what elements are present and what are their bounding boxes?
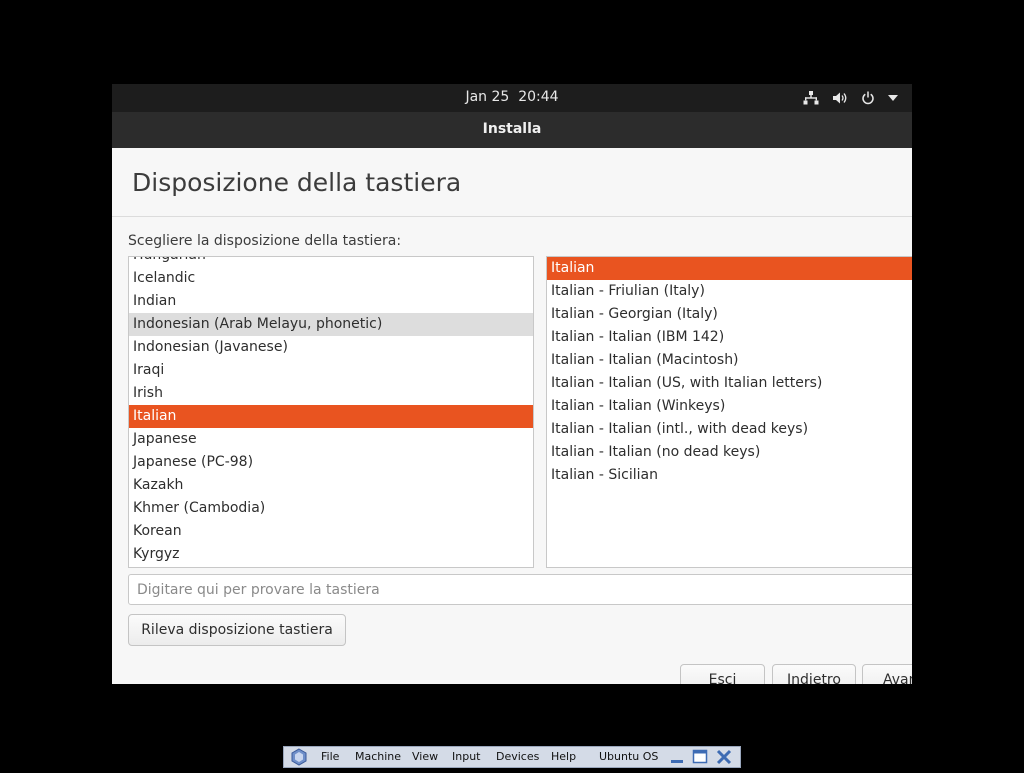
vbox-menu-devices[interactable]: Devices [496,747,539,767]
layout-list-item[interactable]: Indonesian (Arab Melayu, phonetic) [129,313,533,336]
virtualbox-menu-bar: File Machine View Input Devices Help Ubu… [283,746,741,768]
layout-list-item[interactable]: Indonesian (Javanese) [129,336,533,359]
variant-list[interactable]: Italian Italian - Friulian (Italy) Italian… [546,256,912,568]
system-tray[interactable] [803,84,898,112]
network-icon[interactable] [803,91,819,105]
window-title: Installa [482,121,542,137]
layout-list-item[interactable]: Icelandic [129,267,533,290]
variant-list-item[interactable]: Italian - Friulian (Italy) [547,280,912,303]
vbox-menu-machine[interactable]: Machine [355,747,401,767]
variant-list-item[interactable]: Italian - Italian (intl., with dead keys… [547,418,912,441]
detect-layout-button[interactable]: Rileva disposizione tastiera [128,614,346,646]
variant-list-item[interactable]: Italian - Italian (US, with Italian lett… [547,372,912,395]
layout-list-item[interactable]: Italian [129,405,533,428]
minimize-icon[interactable] [670,747,684,767]
layout-list-item[interactable]: Japanese [129,428,533,451]
quit-button[interactable]: Esci [680,664,765,684]
top-bar: Jan 25 20:44 [112,84,912,112]
variant-list-item[interactable]: Italian - Georgian (Italy) [547,303,912,326]
layout-prompt: Scegliere la disposizione della tastiera… [128,233,402,249]
layout-list-item[interactable]: Hungarian [129,257,533,267]
variant-list-item[interactable]: Italian - Italian (no dead keys) [547,441,912,464]
variant-list-item[interactable]: Italian - Italian (IBM 142) [547,326,912,349]
layout-list-item[interactable]: Irish [129,382,533,405]
vbox-menu-help[interactable]: Help [551,747,576,767]
clock-time: 20:44 [518,89,559,105]
keyboard-test-input[interactable] [128,574,912,605]
volume-icon[interactable] [832,91,848,105]
layout-list-item[interactable]: Kazakh [129,474,533,497]
vbox-menu-input[interactable]: Input [452,747,480,767]
vm-screen: Jan 25 20:44 Installa Disposizione della… [112,84,912,684]
vm-name-label: Ubuntu OS [599,750,659,763]
chevron-down-icon[interactable] [888,95,898,101]
window-title-bar: Installa [112,112,912,148]
variant-list-item[interactable]: Italian - Italian (Macintosh) [547,349,912,372]
virtualbox-icon[interactable] [290,747,308,767]
variant-list-item[interactable]: Italian [547,257,912,280]
layout-list-item[interactable]: Kyrgyz [129,543,533,566]
vbox-menu-view[interactable]: View [412,747,438,767]
layout-list[interactable]: HungarianIcelandicIndianIndonesian (Arab… [128,256,534,568]
page-header: Disposizione della tastiera [112,148,912,217]
back-button[interactable]: Indietro [772,664,856,684]
variant-list-item[interactable]: Italian - Sicilian [547,464,912,487]
variant-list-item[interactable]: Italian - Italian (Winkeys) [547,395,912,418]
layout-list-item[interactable]: Khmer (Cambodia) [129,497,533,520]
layout-list-item[interactable]: Iraqi [129,359,533,382]
clock-date: Jan 25 [465,89,510,105]
page-title: Disposizione della tastiera [132,168,462,197]
layout-list-item[interactable]: Korean [129,520,533,543]
layout-list-item[interactable]: Japanese (PC-98) [129,451,533,474]
close-icon[interactable] [716,747,732,767]
next-button[interactable]: Avanti [862,664,912,684]
clock[interactable]: Jan 25 20:44 [112,84,912,112]
vbox-menu-file[interactable]: File [321,747,339,767]
layout-list-item[interactable]: Indian [129,290,533,313]
maximize-icon[interactable] [692,747,708,767]
power-icon[interactable] [861,91,875,105]
page-body: Scegliere la disposizione della tastiera… [112,217,912,684]
